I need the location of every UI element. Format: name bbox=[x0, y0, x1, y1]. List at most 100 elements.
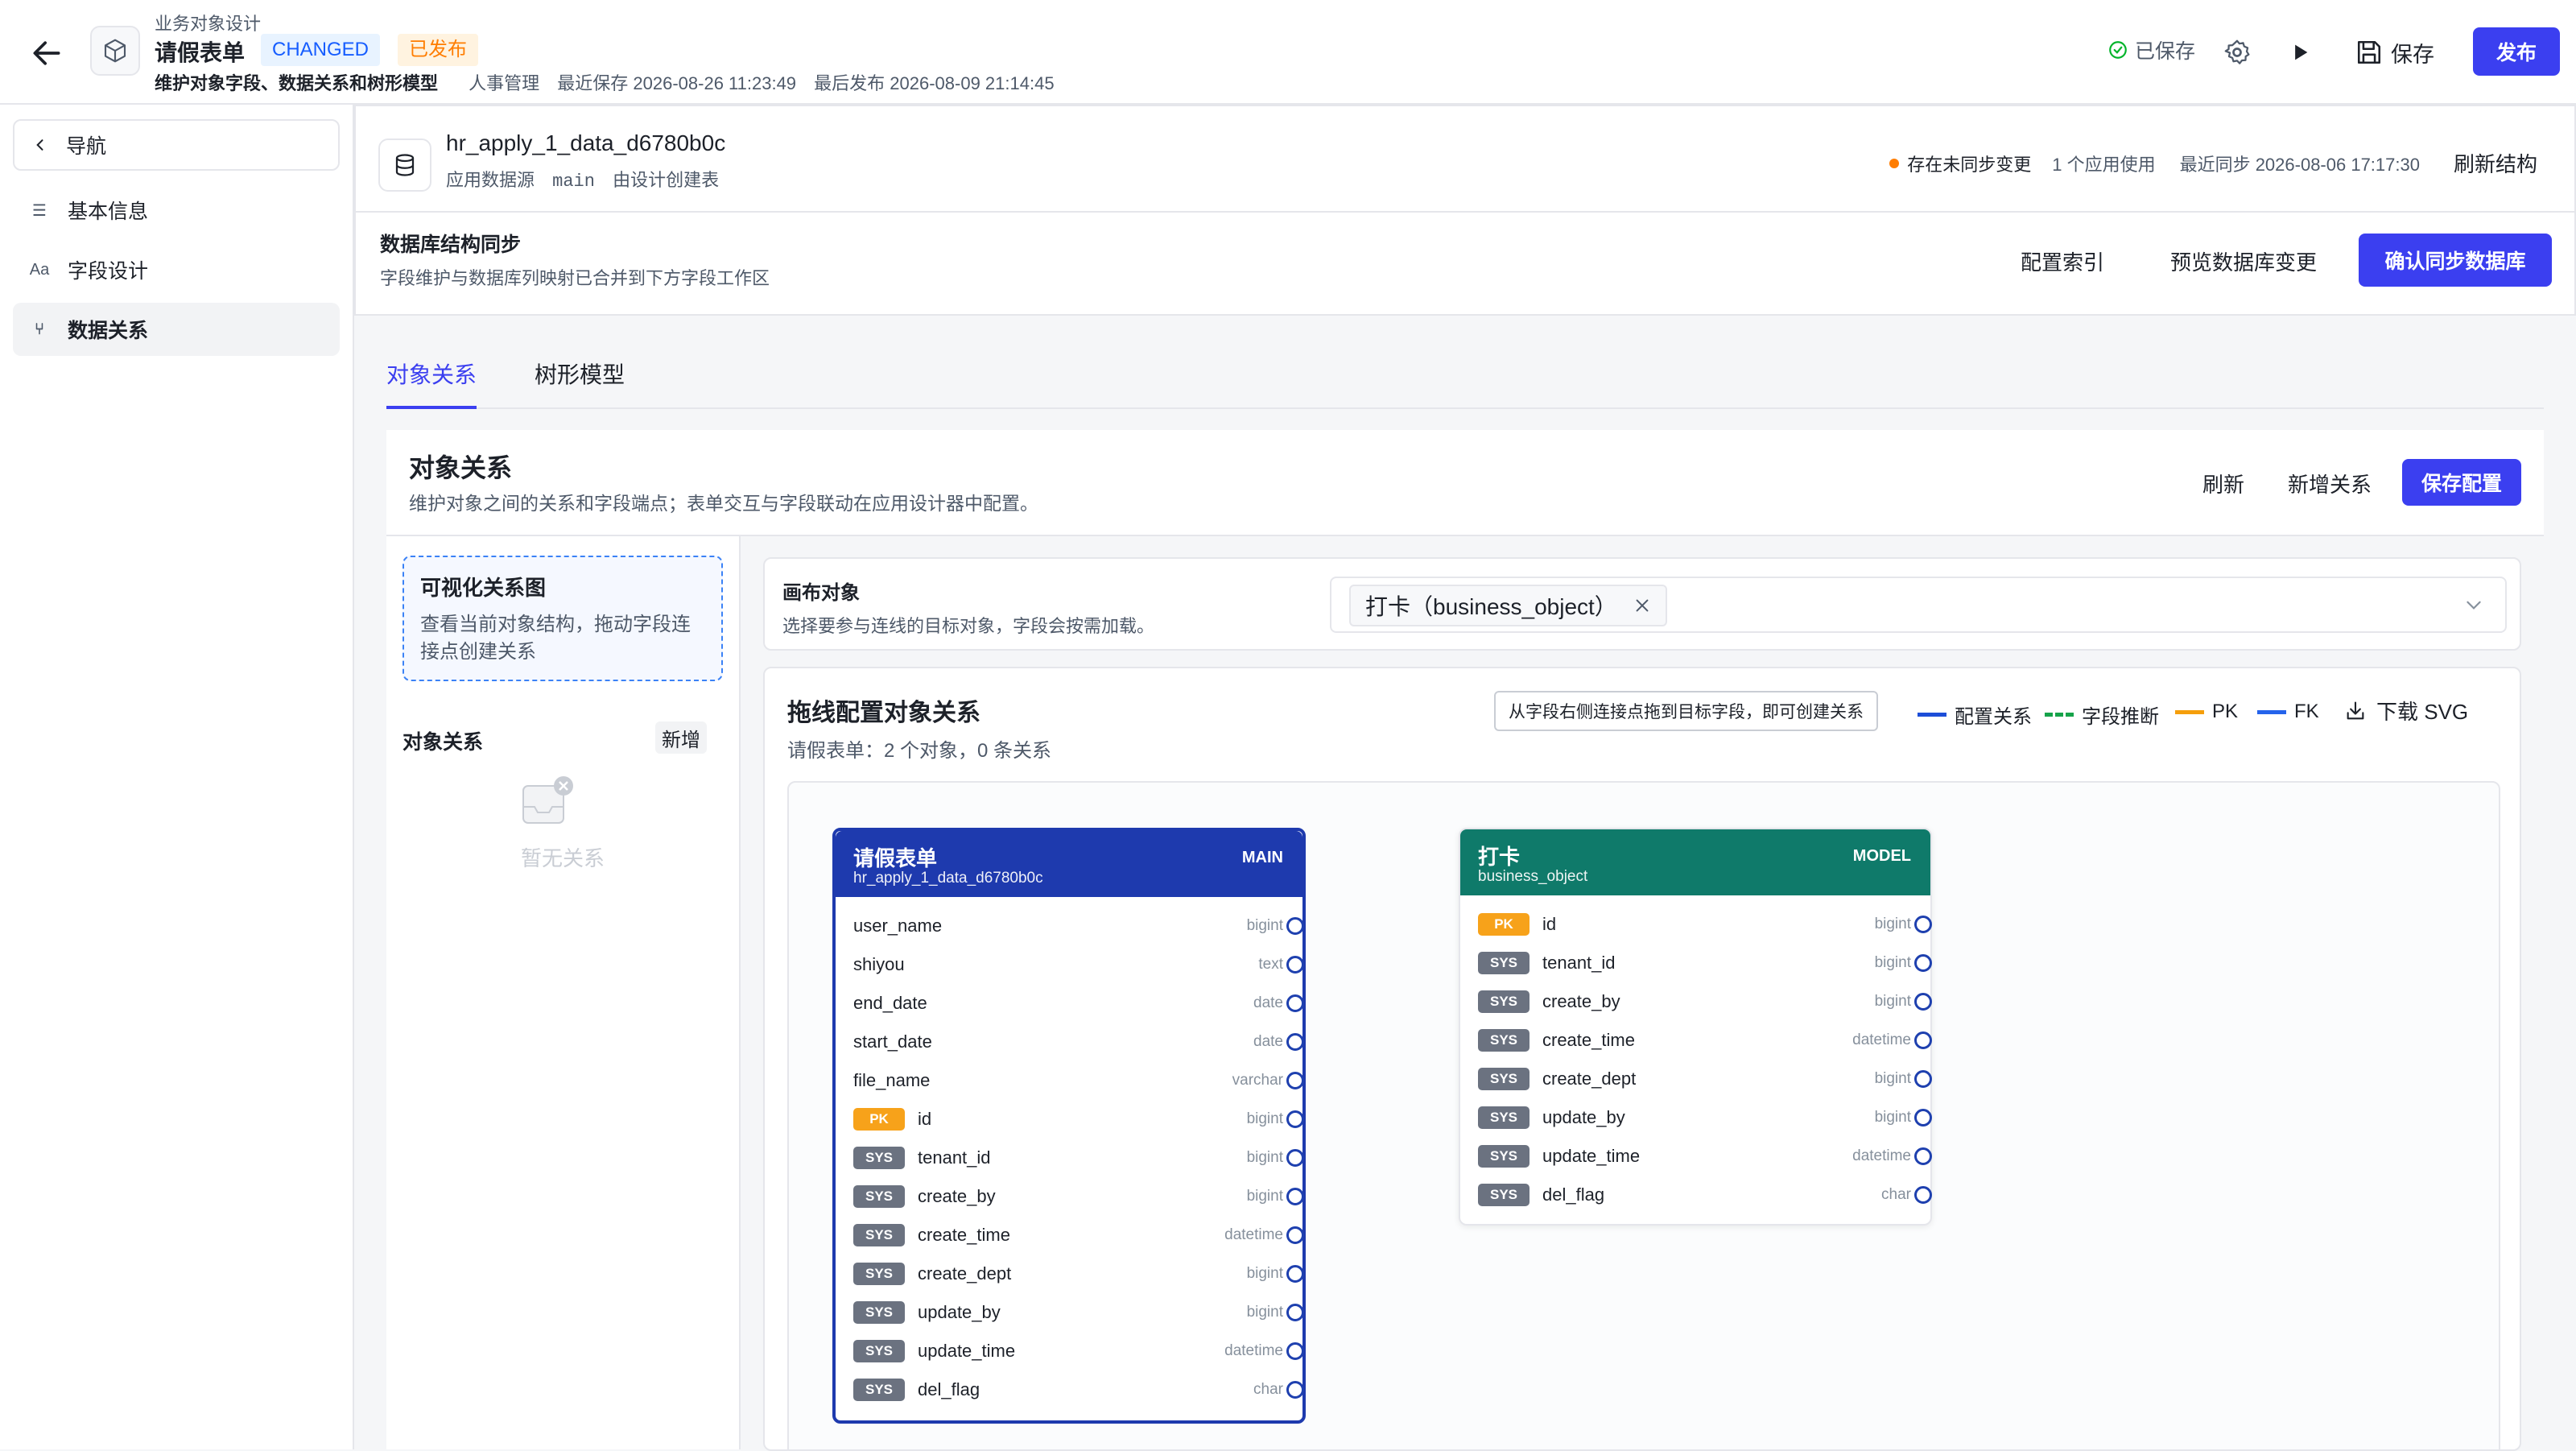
relations-subtitle: 维护对象之间的关系和字段端点；表单交互与字段联动在应用设计器中配置。 bbox=[409, 493, 1038, 514]
field-type: datetime bbox=[1224, 1226, 1283, 1243]
save-label: 保存 bbox=[2391, 42, 2434, 67]
legend-config-label: 配置关系 bbox=[1955, 706, 2032, 728]
nav-toggle[interactable]: 导航 bbox=[13, 119, 340, 171]
close-icon[interactable] bbox=[1633, 597, 1651, 614]
field-row[interactable]: shiyou text bbox=[836, 945, 1304, 984]
config-index-button[interactable]: 配置索引 bbox=[2021, 246, 2104, 276]
field-row[interactable]: SYS create_time datetime bbox=[1460, 1021, 1932, 1060]
field-type: bigint bbox=[1874, 1070, 1911, 1087]
download-svg-button[interactable]: 下载 SVG bbox=[2344, 696, 2468, 726]
tab-tree-model[interactable]: 树形模型 bbox=[535, 358, 625, 390]
field-row[interactable]: SYS create_by bigint bbox=[1460, 982, 1932, 1021]
page-title: 请假表单 bbox=[155, 40, 246, 65]
field-row[interactable]: SYS update_time datetime bbox=[836, 1332, 1304, 1370]
connection-port[interactable] bbox=[1914, 1186, 1932, 1204]
sidebar-item-data-relations[interactable]: ⑂ 数据关系 bbox=[13, 303, 340, 356]
connection-port[interactable] bbox=[1286, 1033, 1304, 1051]
field-row[interactable]: file_name varchar bbox=[836, 1061, 1304, 1100]
connection-port[interactable] bbox=[1914, 1147, 1932, 1165]
chevron-down-icon[interactable] bbox=[2463, 594, 2484, 615]
tab-object-relations[interactable]: 对象关系 bbox=[386, 358, 477, 390]
field-row[interactable]: end_date date bbox=[836, 984, 1304, 1023]
connection-port[interactable] bbox=[1286, 1110, 1304, 1128]
subtitle-text: 维护对象字段、数据关系和树形模型 bbox=[155, 73, 439, 93]
field-row[interactable]: SYS update_by bigint bbox=[1460, 1098, 1932, 1137]
visual-graph-title: 可视化关系图 bbox=[420, 576, 547, 600]
connection-port[interactable] bbox=[1286, 956, 1304, 974]
add-relation-button[interactable]: 新增关系 bbox=[2288, 469, 2372, 498]
breadcrumb[interactable]: 业务对象设计 bbox=[155, 10, 261, 35]
sys-badge: SYS bbox=[1478, 1106, 1530, 1129]
run-button[interactable] bbox=[2280, 32, 2320, 72]
field-row[interactable]: SYS create_by bigint bbox=[836, 1177, 1304, 1216]
connection-port[interactable] bbox=[1914, 993, 1932, 1011]
field-row[interactable]: SYS create_dept bigint bbox=[1460, 1060, 1932, 1098]
field-row[interactable]: SYS tenant_id bigint bbox=[836, 1139, 1304, 1177]
relation-board[interactable]: 请假表单 hr_apply_1_data_d6780b0c MAIN user_… bbox=[787, 781, 2500, 1449]
visual-graph-card[interactable]: 可视化关系图 查看当前对象结构，拖动字段连接点创建关系 bbox=[402, 556, 723, 681]
field-type: text bbox=[1258, 956, 1283, 973]
connection-port[interactable] bbox=[1286, 994, 1304, 1012]
preview-change-button[interactable]: 预览数据库变更 bbox=[2170, 246, 2317, 276]
canvas-object-select[interactable]: 打卡（business_object） bbox=[1330, 577, 2507, 633]
download-icon bbox=[2347, 701, 2364, 719]
field-row[interactable]: SYS tenant_id bigint bbox=[1460, 944, 1932, 982]
connection-port[interactable] bbox=[1286, 1381, 1304, 1399]
connection-port[interactable] bbox=[1914, 1109, 1932, 1126]
field-row[interactable]: SYS create_time datetime bbox=[836, 1216, 1304, 1255]
connection-port[interactable] bbox=[1286, 1265, 1304, 1283]
connection-port[interactable] bbox=[1286, 917, 1304, 935]
settings-button[interactable] bbox=[2217, 32, 2257, 72]
legend-pk-line bbox=[2175, 709, 2204, 714]
connection-port[interactable] bbox=[1914, 954, 1932, 972]
last-published-text: 最后发布 2026-08-09 21:14:45 bbox=[814, 73, 1055, 93]
page-subtitle: 维护对象字段、数据关系和树形模型 人事管理 最近保存 2026-08-26 11… bbox=[155, 69, 1067, 95]
field-row[interactable]: SYS del_flag char bbox=[836, 1370, 1304, 1409]
field-row[interactable]: PK id bigint bbox=[836, 1100, 1304, 1139]
published-badge: 已发布 bbox=[398, 34, 478, 66]
field-row[interactable]: PK id bigint bbox=[1460, 905, 1932, 944]
connection-port[interactable] bbox=[1286, 1072, 1304, 1089]
sync-info: 存在未同步变更 1 个应用使用 最近同步 2026-08-06 17:17:30… bbox=[1889, 148, 2537, 178]
save-button[interactable]: 保存 bbox=[2355, 31, 2434, 74]
connection-port[interactable] bbox=[1286, 1304, 1304, 1321]
sidebar-item-label: 字段设计 bbox=[68, 260, 149, 283]
connection-port[interactable] bbox=[1914, 1070, 1932, 1088]
sidebar-item-basic-info[interactable]: ☰ 基本信息 bbox=[13, 184, 340, 237]
save-config-button[interactable]: 保存配置 bbox=[2402, 459, 2521, 506]
entity-table: hr_apply_1_data_d6780b0c bbox=[853, 870, 1043, 887]
connection-port[interactable] bbox=[1286, 1149, 1304, 1167]
field-row[interactable]: SYS del_flag char bbox=[1460, 1176, 1932, 1214]
field-row[interactable]: user_name bigint bbox=[836, 907, 1304, 945]
entity-card-model[interactable]: 打卡 business_object MODEL PK id bigint SYS te… bbox=[1459, 828, 1932, 1226]
connection-port[interactable] bbox=[1286, 1342, 1304, 1360]
relations-canvas-panel: 画布对象 选择要参与连线的目标对象，字段会按需加载。 打卡（business_o… bbox=[741, 535, 2544, 1451]
refresh-structure-button[interactable]: 刷新结构 bbox=[2454, 148, 2537, 178]
arrow-left-icon bbox=[33, 41, 60, 65]
entity-table: business_object bbox=[1478, 868, 1588, 885]
sys-badge: SYS bbox=[1478, 1145, 1530, 1168]
connection-port[interactable] bbox=[1286, 1226, 1304, 1244]
confirm-sync-button[interactable]: 确认同步数据库 bbox=[2359, 234, 2552, 287]
drag-title: 拖线配置对象关系 bbox=[787, 700, 980, 726]
refresh-button[interactable]: 刷新 bbox=[2202, 469, 2244, 498]
pending-dot-icon bbox=[1889, 158, 1900, 168]
back-button[interactable] bbox=[29, 35, 64, 71]
datasource-card: hr_apply_1_data_d6780b0c 应用数据源 main 由设计创… bbox=[354, 105, 2576, 316]
field-row[interactable]: SYS update_by bigint bbox=[836, 1293, 1304, 1332]
field-name: shiyou bbox=[853, 954, 905, 974]
sidebar-item-field-design[interactable]: Aa 字段设计 bbox=[13, 243, 340, 296]
field-row[interactable]: SYS create_dept bigint bbox=[836, 1255, 1304, 1293]
field-type: bigint bbox=[1246, 1110, 1283, 1127]
connection-port[interactable] bbox=[1914, 1031, 1932, 1049]
field-name: tenant_id bbox=[1542, 953, 1616, 973]
publish-button[interactable]: 发布 bbox=[2473, 27, 2560, 76]
connection-port[interactable] bbox=[1914, 916, 1932, 933]
datasource-meta: 应用数据源 main 由设计创建表 bbox=[446, 166, 732, 192]
entity-card-main[interactable]: 请假表单 hr_apply_1_data_d6780b0c MAIN user_… bbox=[832, 828, 1306, 1424]
add-button[interactable]: 新增 bbox=[655, 721, 707, 754]
field-row[interactable]: SYS update_time datetime bbox=[1460, 1137, 1932, 1176]
connection-port[interactable] bbox=[1286, 1188, 1304, 1205]
field-name: id bbox=[918, 1109, 932, 1129]
field-row[interactable]: start_date date bbox=[836, 1023, 1304, 1061]
